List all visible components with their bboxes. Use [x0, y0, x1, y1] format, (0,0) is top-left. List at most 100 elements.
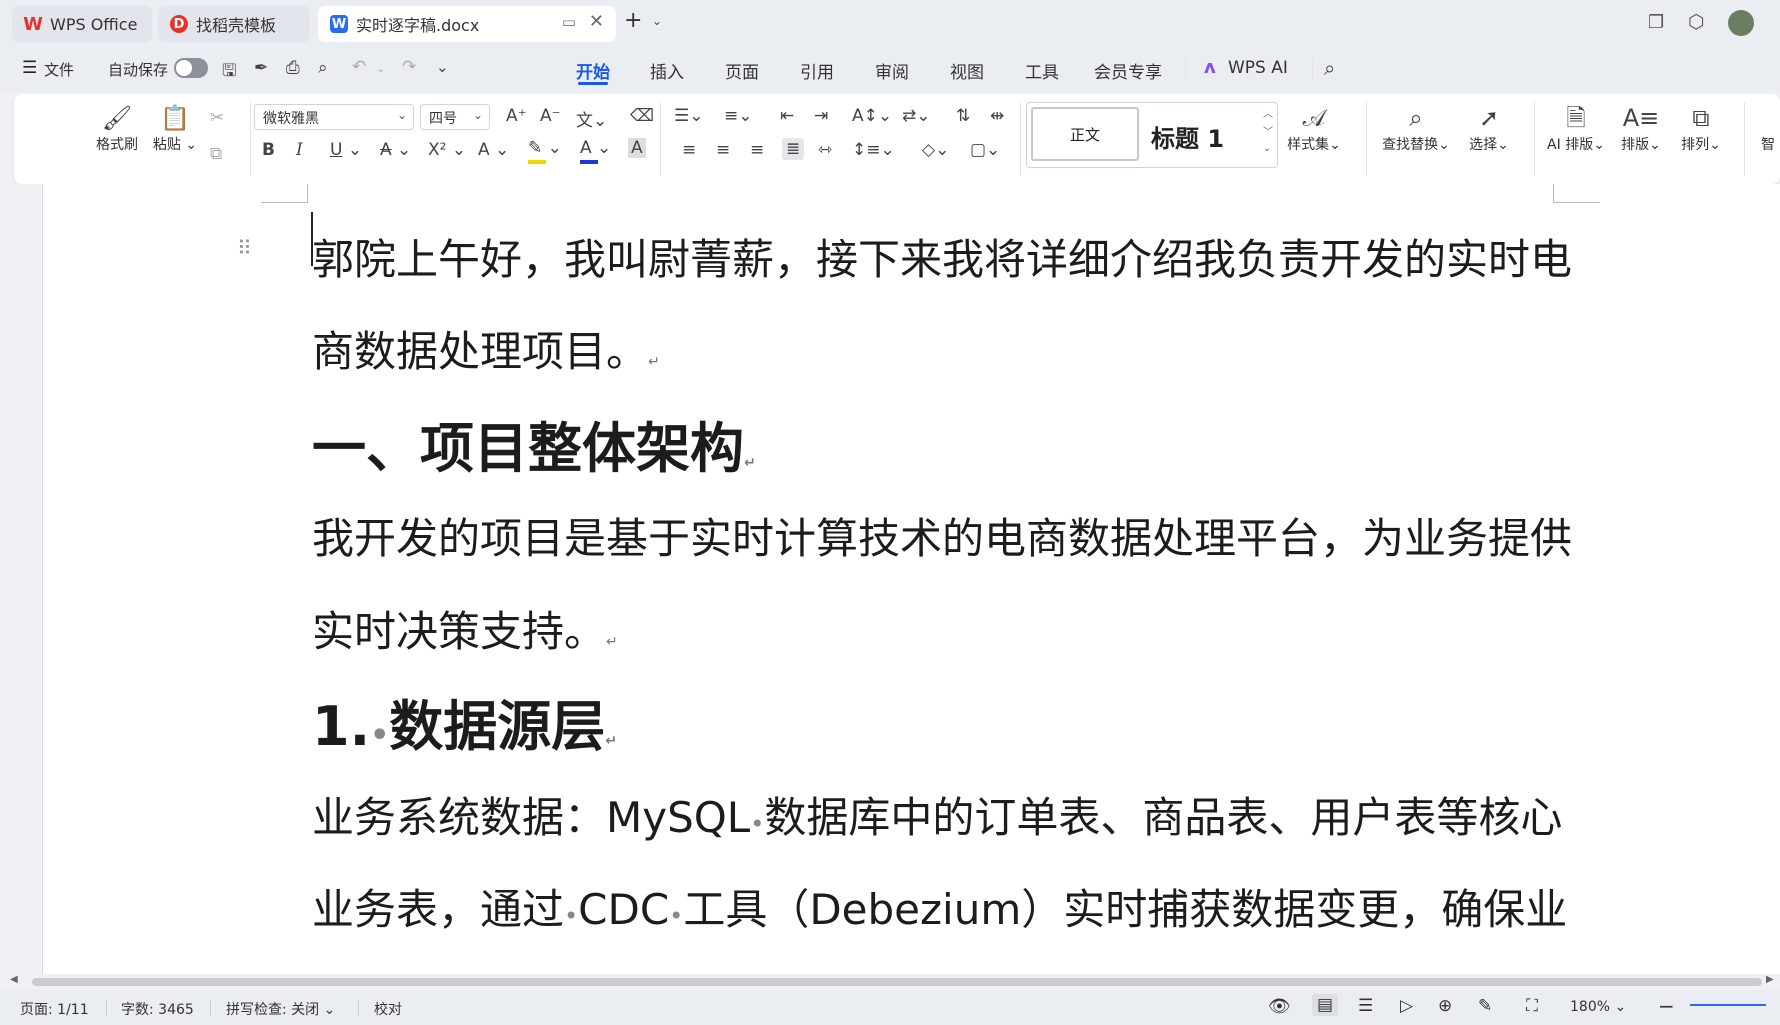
char-shading-icon[interactable]: A [628, 138, 646, 158]
web-view-icon[interactable]: ⊕ [1438, 996, 1452, 1016]
avatar[interactable] [1728, 10, 1754, 36]
outline-view-icon[interactable]: ☰ [1358, 996, 1373, 1016]
line-break-icon[interactable]: ⇄⌄ [902, 106, 931, 126]
spellcheck-status[interactable]: 拼写检查: 关闭 ⌄ [226, 999, 335, 1019]
autosave-toggle[interactable] [174, 58, 208, 78]
distribute-icon[interactable]: ⇹ [990, 106, 1004, 126]
line-spacing-icon[interactable]: ↕≡⌄ [852, 140, 895, 160]
search-icon[interactable]: ⌕ [1324, 56, 1335, 80]
copy-icon[interactable]: ⧉ [210, 144, 222, 164]
smart-button[interactable]: 智 [1758, 134, 1778, 154]
superscript-button[interactable]: X² ⌄ [428, 140, 466, 160]
monitor-icon[interactable]: ▭ [562, 13, 576, 31]
fit-page-icon[interactable]: ⛶ [1526, 996, 1538, 1016]
pen-icon[interactable]: ✎ [1478, 996, 1492, 1016]
proofread-button[interactable]: 校对 [374, 999, 402, 1019]
sign-icon[interactable]: ✒ [254, 58, 268, 78]
page-view-icon[interactable]: ▤ [1312, 994, 1339, 1016]
new-tab-icon[interactable]: + [624, 8, 642, 33]
window-restore-icon[interactable]: ❐ [1648, 12, 1664, 33]
style-expand-icon[interactable]: ⌄ [1263, 143, 1271, 154]
align-center-icon[interactable]: ≡ [716, 140, 730, 160]
strikethrough-button[interactable]: A ⌄ [380, 140, 411, 160]
tab-wps-ai[interactable]: WPS AI [1228, 58, 1288, 78]
tab-insert[interactable]: 插入 [650, 58, 684, 83]
highlight-button[interactable]: ✎ ⌄ [528, 138, 562, 164]
undo-icon[interactable]: ↶ [352, 57, 366, 77]
scroll-right-icon[interactable]: ▶ [1766, 974, 1774, 985]
layout-label: 排版⌄ [1621, 137, 1661, 153]
more-chevron-icon[interactable]: ⌄ [436, 58, 449, 76]
doc-line-3: 我开发的项目是基于实时计算技术的电商数据处理平台，为业务提供 [312, 505, 1572, 566]
distributed-align-icon[interactable]: ⇿ [818, 140, 832, 160]
increase-font-icon[interactable]: A⁺ [506, 106, 527, 126]
find-replace-button[interactable]: ⌕ 查找替换⌄ [1374, 102, 1458, 154]
zoom-slider[interactable] [1690, 1004, 1766, 1006]
cut-icon[interactable]: ✂ [210, 108, 224, 128]
chevron-down-icon[interactable]: ⌄ [652, 14, 662, 28]
redo-icon[interactable]: ↷ [402, 57, 416, 77]
tab-page[interactable]: 页面 [725, 58, 759, 83]
align-left-icon[interactable]: ≡ [682, 140, 696, 160]
underline-button[interactable]: U ⌄ [330, 140, 362, 160]
font-size-select[interactable]: 四号 ⌄ [420, 104, 490, 130]
justify-icon[interactable]: ≣ [782, 138, 805, 160]
select-button[interactable]: ➚ 选择⌄ [1462, 102, 1516, 154]
border-icon[interactable]: ▢⌄ [970, 140, 1000, 160]
tab-reference[interactable]: 引用 [800, 58, 834, 83]
align-right-icon[interactable]: ≡ [750, 140, 764, 160]
print-icon[interactable]: ⎙ [286, 58, 300, 78]
close-tab-icon[interactable]: ✕ [589, 11, 604, 32]
style-heading1[interactable]: 标题 1 [1151, 119, 1224, 154]
paste-button[interactable]: 📋 粘贴 ⌄ [150, 102, 200, 154]
file-menu[interactable]: 文件 [44, 59, 74, 80]
text-direction-icon[interactable]: A↕⌄ [852, 106, 892, 126]
tab-review[interactable]: 审阅 [875, 58, 909, 83]
word-count[interactable]: 字数: 3465 [121, 999, 194, 1019]
scroll-left-icon[interactable]: ◀ [10, 974, 18, 985]
decrease-font-icon[interactable]: A⁻ [540, 106, 561, 126]
horizontal-scrollbar[interactable]: ◀ ▶ [0, 974, 1780, 990]
style-normal[interactable]: 正文 [1031, 107, 1139, 161]
print-preview-icon[interactable]: ⌕ [318, 58, 328, 78]
tab-home[interactable]: 开始 [576, 58, 610, 83]
drag-handle-icon[interactable]: ⠿ [237, 236, 252, 260]
clear-format-icon[interactable]: ⌫ [630, 106, 654, 126]
scrollbar-thumb[interactable] [32, 978, 1762, 986]
tab-view[interactable]: 视图 [950, 58, 984, 83]
text-effect-button[interactable]: A ⌄ [478, 140, 509, 160]
style-scroll-down-icon[interactable]: ﹀ [1263, 123, 1273, 138]
sort-icon[interactable]: ⇅ [956, 106, 970, 126]
shading-icon[interactable]: ◇⌄ [922, 140, 949, 160]
bold-button[interactable]: B [262, 140, 275, 160]
style-set-button[interactable]: 𝒜 样式集⌄ [1284, 102, 1344, 154]
cube-icon[interactable]: ⬡ [1688, 11, 1705, 33]
eye-icon[interactable]: 👁 [1268, 996, 1291, 1017]
tab-member[interactable]: 会员专享 [1094, 58, 1162, 83]
undo-chevron-icon[interactable]: ⌄ [376, 62, 385, 75]
document-page[interactable]: ⠿ [42, 184, 1780, 974]
bullet-list-icon[interactable]: ☰⌄ [674, 106, 703, 126]
tab-wps-office[interactable]: W WPS Office [12, 6, 152, 42]
style-scroll-up-icon[interactable]: ︿ [1263, 105, 1273, 120]
indent-icon[interactable]: ⇥ [814, 106, 828, 126]
arrange-button[interactable]: ⧉ 排列⌄ [1674, 102, 1728, 154]
page-indicator[interactable]: 页面: 1/11 [20, 999, 89, 1019]
font-name-select[interactable]: 微软雅黑 ⌄ [254, 104, 414, 130]
play-icon[interactable]: ▷ [1400, 996, 1413, 1016]
ai-layout-button[interactable]: 🗎 AI 排版⌄ [1540, 102, 1612, 154]
zoom-out-icon[interactable]: − [1658, 994, 1675, 1018]
font-color-button[interactable]: A ⌄ [580, 138, 611, 164]
outdent-icon[interactable]: ⇤ [780, 106, 794, 126]
tab-document[interactable]: W 实时逐字稿.docx ▭ ✕ [318, 6, 616, 42]
layout-button[interactable]: A≡ 排版⌄ [1614, 102, 1668, 154]
hamburger-icon[interactable]: ☰ [22, 58, 37, 78]
save-icon[interactable]: 🖫 [222, 58, 236, 87]
format-painter-button[interactable]: 🖌 格式刷 [92, 102, 142, 154]
phonetic-icon[interactable]: 文⌄ [576, 106, 607, 131]
tab-tools[interactable]: 工具 [1025, 58, 1059, 83]
italic-button[interactable]: I [296, 140, 303, 160]
tab-docer-template[interactable]: D 找稻壳模板 [158, 6, 310, 42]
numbered-list-icon[interactable]: ≡⌄ [724, 106, 753, 126]
zoom-level[interactable]: 180% ⌄ [1570, 999, 1626, 1015]
